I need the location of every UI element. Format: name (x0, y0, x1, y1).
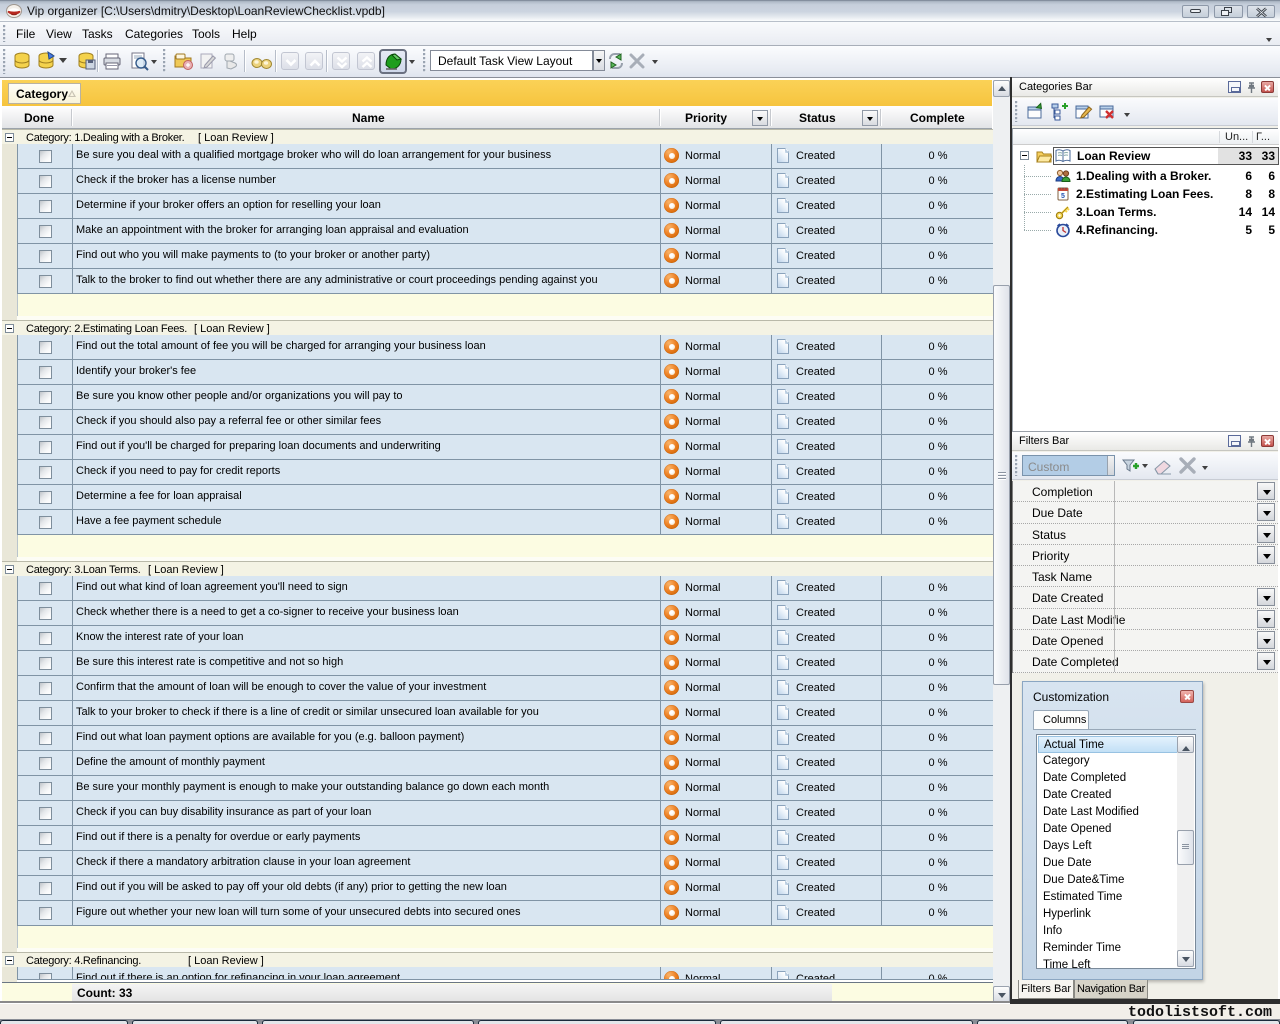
svg-text:5: 5 (1061, 193, 1065, 200)
